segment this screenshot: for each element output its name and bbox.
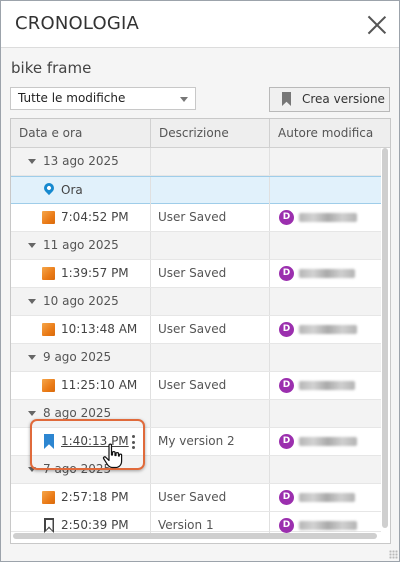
column-header-date[interactable]: Data e ora <box>11 119 151 147</box>
title-bar: CRONOLOGIA <box>1 1 399 48</box>
cube-icon <box>42 267 55 280</box>
redacted-author-name <box>299 493 355 502</box>
row-description: User Saved <box>151 372 270 399</box>
group-date: 11 ago 2025 <box>43 238 119 252</box>
panel-title: CRONOLOGIA <box>15 13 140 34</box>
row-time: 1:39:57 PM <box>61 266 129 280</box>
avatar: D <box>279 266 294 281</box>
cube-icon <box>42 323 55 336</box>
filter-selected-value: Tutte le modifiche <box>18 91 126 105</box>
resize-grip[interactable] <box>389 550 398 559</box>
document-name: bike frame <box>11 59 92 77</box>
collapse-caret-icon[interactable] <box>28 159 36 164</box>
redacted-author-name <box>299 381 355 390</box>
scroll-thumb[interactable] <box>13 533 377 539</box>
avatar: D <box>279 490 294 505</box>
history-panel: CRONOLOGIA bike frame Tutte le modifiche… <box>0 0 400 562</box>
filter-dropdown[interactable]: Tutte le modifiche <box>10 87 196 110</box>
history-table: Data e ora Descrizione Autore modifica 1… <box>10 118 391 544</box>
group-date: 10 ago 2025 <box>43 294 119 308</box>
table-row[interactable]: 2:57:18 PM User Saved D <box>11 484 381 512</box>
row-description: User Saved <box>151 204 270 231</box>
table-row[interactable]: 1:39:57 PM User Saved D <box>11 260 381 288</box>
row-description: User Saved <box>151 316 270 343</box>
avatar: D <box>279 322 294 337</box>
scroll-thumb[interactable] <box>382 148 388 528</box>
collapse-caret-icon[interactable] <box>28 299 36 304</box>
group-date: 9 ago 2025 <box>43 350 112 364</box>
redacted-author-name <box>299 269 355 278</box>
cube-icon <box>42 491 55 504</box>
horizontal-scrollbar[interactable] <box>11 530 381 542</box>
date-group-row[interactable]: 11 ago 2025 <box>11 232 381 260</box>
row-description: User Saved <box>151 260 270 287</box>
bookmark-icon <box>282 92 291 106</box>
redacted-author-name <box>299 521 357 530</box>
row-time: 11:25:10 AM <box>61 378 138 392</box>
table-row[interactable]: Ora <box>11 176 381 204</box>
column-header-description[interactable]: Descrizione <box>151 119 270 147</box>
row-time: 7:04:52 PM <box>61 210 129 224</box>
redacted-author-name <box>299 325 357 334</box>
cube-icon <box>42 379 55 392</box>
create-version-label: Crea versione <box>302 92 385 106</box>
avatar: D <box>279 378 294 393</box>
table-header: Data e ora Descrizione Autore modifica <box>11 119 390 148</box>
row-time: 10:13:48 AM <box>61 322 138 336</box>
date-group-row[interactable]: 13 ago 2025 <box>11 148 381 176</box>
avatar: D <box>279 210 294 225</box>
redacted-author-name <box>299 213 357 222</box>
row-time: 2:57:18 PM <box>61 490 129 504</box>
row-time: Ora <box>61 183 83 197</box>
callout-highlight <box>30 419 145 470</box>
table-row[interactable]: 10:13:48 AM User Saved D <box>11 316 381 344</box>
collapse-caret-icon[interactable] <box>28 411 36 416</box>
cube-icon <box>42 211 55 224</box>
close-icon[interactable] <box>367 15 387 35</box>
avatar: D <box>279 434 294 449</box>
row-description <box>151 177 270 204</box>
hand-cursor-icon <box>102 443 123 469</box>
column-header-author[interactable]: Autore modifica <box>270 119 390 147</box>
row-description: My version 2 <box>151 428 270 455</box>
date-group-row[interactable]: 9 ago 2025 <box>11 344 381 372</box>
table-row[interactable]: 2:50:39 PM Version 1 D <box>11 512 381 539</box>
table-row[interactable]: 7:04:52 PM User Saved D <box>11 204 381 232</box>
table-row[interactable]: 11:25:10 AM User Saved D <box>11 372 381 400</box>
redacted-author-name <box>299 437 357 446</box>
collapse-caret-icon[interactable] <box>28 355 36 360</box>
group-date: 13 ago 2025 <box>43 154 119 168</box>
date-group-row[interactable]: 10 ago 2025 <box>11 288 381 316</box>
location-pin-icon <box>41 180 57 196</box>
vertical-scrollbar[interactable] <box>381 148 389 528</box>
chevron-down-icon <box>180 97 188 102</box>
create-version-button[interactable]: Crea versione <box>269 87 390 112</box>
collapse-caret-icon[interactable] <box>28 243 36 248</box>
row-description: User Saved <box>151 484 270 511</box>
